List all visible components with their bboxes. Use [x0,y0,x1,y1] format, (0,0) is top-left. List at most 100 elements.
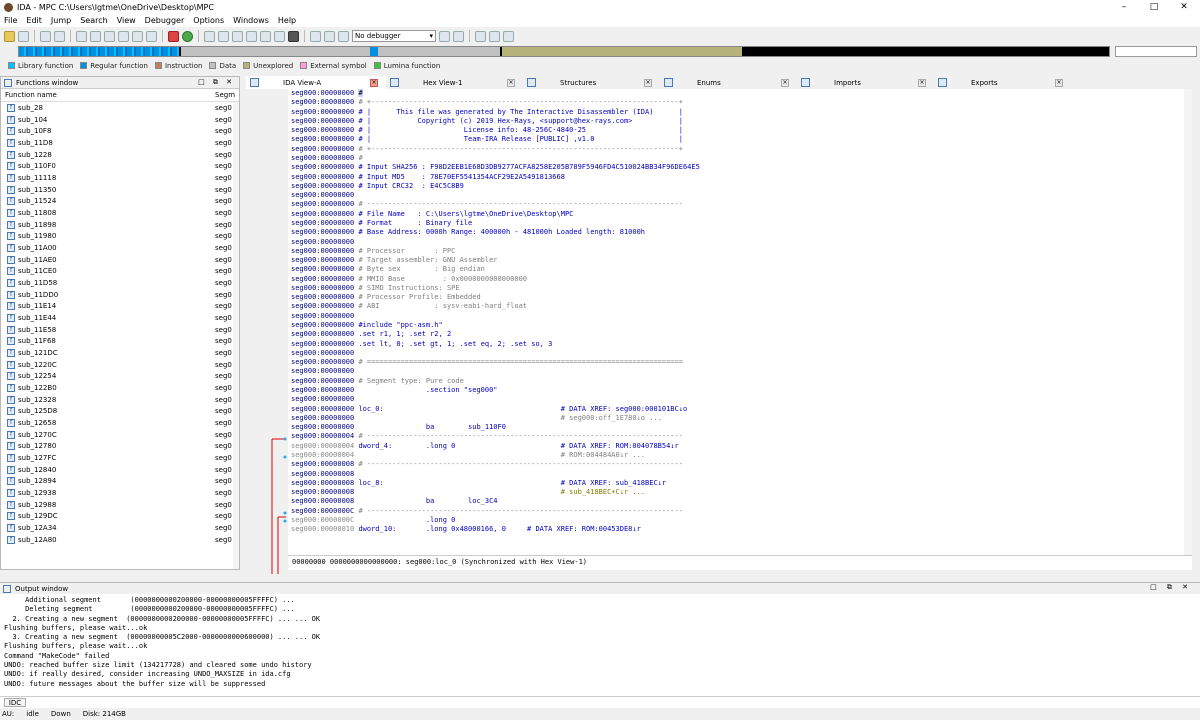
data-icon[interactable] [218,30,229,42]
disasm-line[interactable]: seg000:0000000C .long 0 [288,516,1192,525]
function-list-item[interactable]: f sub_11A00 seg0 [1,242,239,254]
function-list-item[interactable]: f sub_10F8 seg0 [1,125,239,137]
function-list-item[interactable]: f sub_11524 seg0 [1,195,239,207]
function-list-item[interactable]: f sub_11D8 seg0 [1,137,239,149]
tab-enums[interactable]: Enums × [660,76,797,89]
function-list-item[interactable]: f sub_12658 seg0 [1,417,239,429]
function-list-item[interactable]: f sub_11E44 seg0 [1,312,239,324]
string-icon[interactable] [232,30,243,42]
disasm-line[interactable]: seg000:00000000 [288,191,1192,200]
disasm-line[interactable]: seg000:00000000 .set lt, 0; .set gt, 1; … [288,340,1192,349]
maximize-icon[interactable]: □ [1140,0,1168,14]
idc-button[interactable]: IDC [4,698,26,707]
disasm-line[interactable]: seg000:00000008 loc_8: # DATA XREF: sub_… [288,479,1192,488]
disasm-line[interactable]: seg000:00000008 # ----------------------… [288,460,1192,469]
disasm-line[interactable]: seg000:00000008 [288,470,1192,479]
disasm-line[interactable]: seg000:00000000 # ABI : sysv-eabi-hard_f… [288,302,1192,311]
disasm-line[interactable]: seg000:00000000 # +---------------------… [288,98,1192,107]
disasm-line[interactable]: seg000:00000000 .set r1, 1; .set r2, 2 [288,330,1192,339]
search-icon[interactable] [104,30,115,42]
sync-icon[interactable] [453,30,464,42]
function-list-item[interactable]: f sub_110F0 seg0 [1,160,239,172]
menu-jump[interactable]: Jump [51,16,71,25]
function-list-item[interactable]: f sub_11980 seg0 [1,230,239,242]
function-list-item[interactable]: f sub_11D58 seg0 [1,277,239,289]
forward-icon[interactable] [54,30,65,42]
disasm-line[interactable]: seg000:00000000 # seg000:off_1E780↓o ... [288,414,1192,423]
disasm-line[interactable]: seg000:00000000 [288,367,1192,376]
delete-icon[interactable] [288,30,299,42]
disasm-line[interactable]: seg000:00000000 # SIMD Instructions: SPE [288,284,1192,293]
col-function-name[interactable]: Function name [1,91,57,99]
menu-view[interactable]: View [117,16,136,25]
disasm-line[interactable]: seg000:00000000 # | Copyright (c) 2019 H… [288,117,1192,126]
window-controls[interactable]: □ ⧉ ✕ [198,78,235,87]
menu-windows[interactable]: Windows [233,16,269,25]
disasm-line[interactable]: seg000:00000000 ba sub_110F0 [288,423,1192,432]
listing-scrollbar[interactable] [1184,89,1192,555]
menu-debugger[interactable]: Debugger [145,16,185,25]
run-analysis-icon[interactable] [182,30,193,42]
menu-options[interactable]: Options [193,16,224,25]
function-list-item[interactable]: f sub_11898 seg0 [1,219,239,231]
disasm-line[interactable]: seg000:00000000 # +---------------------… [288,145,1192,154]
tab-ida-view-a[interactable]: IDA View-A × [246,76,386,89]
function-list-item[interactable]: f sub_125D8 seg0 [1,405,239,417]
disasm-line[interactable]: seg000:00000000 [288,312,1192,321]
close-icon[interactable]: ✕ [1170,0,1198,14]
tool-a-icon[interactable] [475,30,486,42]
tab-exports[interactable]: Exports × [934,76,1071,89]
disasm-line[interactable]: seg000:00000000 # Target assembler: GNU … [288,256,1192,265]
ida-view-listing[interactable]: seg000:00000000 # seg000:00000000 # +----… [288,89,1192,555]
text-search-icon[interactable] [146,30,157,42]
disasm-line[interactable]: seg000:00000004 # ----------------------… [288,432,1192,441]
copy-icon[interactable] [76,30,87,42]
minimize-icon[interactable]: – [1110,0,1138,14]
tab-structures[interactable]: Structures × [523,76,660,89]
function-list-item[interactable]: f sub_12A80 seg0 [1,534,239,546]
function-list-item[interactable]: f sub_12840 seg0 [1,464,239,476]
functions-scrollbar[interactable] [233,102,239,569]
disasm-line[interactable]: seg000:00000000 #include "ppc-asm.h" [288,321,1192,330]
menu-search[interactable]: Search [80,16,107,25]
paste-icon[interactable] [90,30,101,42]
disasm-line[interactable]: seg000:00000000 loc_0: # DATA XREF: seg0… [288,405,1192,414]
menu-file[interactable]: File [4,16,17,25]
back-icon[interactable] [40,30,51,42]
disasm-line[interactable]: seg000:00000000 .section "seg000" [288,386,1192,395]
disasm-line[interactable]: seg000:00000000 # Segment type: Pure cod… [288,377,1192,386]
function-list-item[interactable]: f sub_11E58 seg0 [1,324,239,336]
disasm-line[interactable]: seg000:00000000 # Byte sex : Big endian [288,265,1192,274]
download-icon[interactable] [132,30,143,42]
function-list-item[interactable]: f sub_129DC seg0 [1,511,239,523]
menu-edit[interactable]: Edit [26,16,42,25]
function-list-item[interactable]: f sub_11F68 seg0 [1,335,239,347]
disasm-line[interactable]: seg000:00000000 # Processor Profile: Emb… [288,293,1192,302]
disasm-line[interactable]: seg000:00000000 # | License info: 48-256… [288,126,1192,135]
function-list-item[interactable]: f sub_12894 seg0 [1,476,239,488]
function-list-item[interactable]: f sub_12328 seg0 [1,394,239,406]
breakpoint-icon[interactable] [439,30,450,42]
disasm-line[interactable]: seg000:00000008 ba loc_3C4 [288,497,1192,506]
disasm-line[interactable]: seg000:00000004 # ROM:004484A0↓r ... [288,451,1192,460]
open-icon[interactable] [4,30,15,42]
function-list-item[interactable]: f sub_11808 seg0 [1,207,239,219]
code-icon[interactable] [204,30,215,42]
function-list-item[interactable]: f sub_11E14 seg0 [1,300,239,312]
debugger-select[interactable]: No debugger [352,30,436,42]
tab-imports[interactable]: Imports × [797,76,934,89]
function-list-item[interactable]: f sub_1270C seg0 [1,429,239,441]
start-debug-icon[interactable] [310,30,321,42]
array-icon[interactable] [246,30,257,42]
tool-b-icon[interactable] [489,30,500,42]
function-list-item[interactable]: f sub_11CE0 seg0 [1,265,239,277]
undefine-icon[interactable] [260,30,271,42]
disasm-line[interactable]: seg000:00000000 [288,395,1192,404]
function-list-item[interactable]: f sub_12780 seg0 [1,440,239,452]
disasm-line[interactable]: seg000:00000000 # Format : Binary file [288,219,1192,228]
window-controls[interactable]: □ ⧉ ✕ [1150,583,1192,592]
disasm-line[interactable]: seg000:00000000 # ======================… [288,358,1192,367]
col-segment[interactable]: Segm [215,91,235,99]
nav-combo[interactable] [1115,46,1197,57]
function-list-item[interactable]: f sub_11350 seg0 [1,184,239,196]
